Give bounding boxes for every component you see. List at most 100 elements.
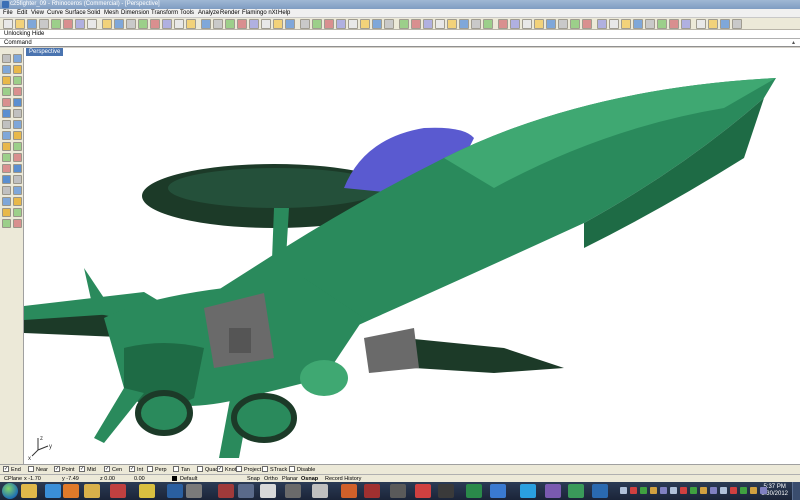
osnap-checkbox[interactable]: ✓ <box>217 465 223 472</box>
app3-taskbar-icon[interactable] <box>285 484 301 498</box>
tray-icon[interactable] <box>740 487 747 494</box>
analyze-icon[interactable] <box>2 208 11 217</box>
mirror-icon[interactable] <box>2 175 11 184</box>
paste-icon[interactable] <box>459 19 469 29</box>
menu-curve[interactable]: Curve <box>47 9 63 18</box>
command-line[interactable]: Command ▴ <box>0 39 800 47</box>
chrome-taskbar-icon[interactable] <box>139 484 155 498</box>
photoshop-taskbar-icon[interactable] <box>167 484 183 498</box>
rectangle-icon[interactable] <box>13 87 22 96</box>
tray-icon[interactable] <box>660 487 667 494</box>
open-file-icon[interactable] <box>732 19 742 29</box>
zoom-window-icon[interactable] <box>534 19 544 29</box>
osnap-knot[interactable]: ✓ Knot <box>217 465 236 474</box>
grid-icon[interactable] <box>645 19 655 29</box>
render-icon[interactable] <box>312 19 322 29</box>
osnap-quad[interactable]: Quad <box>197 465 218 474</box>
light-icon[interactable] <box>336 19 346 29</box>
offset-icon[interactable] <box>13 109 22 118</box>
new-file-icon[interactable] <box>3 19 13 29</box>
osnap-cen[interactable]: ✓ Cen <box>104 465 122 474</box>
perspective-viewport[interactable]: z y x Perspective <box>24 48 800 464</box>
redo-icon[interactable] <box>126 19 136 29</box>
undo-view-icon[interactable] <box>570 19 580 29</box>
paste-icon[interactable] <box>102 19 112 29</box>
join-icon[interactable] <box>2 197 11 206</box>
trim-icon[interactable] <box>2 186 11 195</box>
properties-icon[interactable] <box>261 19 271 29</box>
open-file-icon[interactable] <box>372 19 382 29</box>
app6-taskbar-icon[interactable] <box>390 484 406 498</box>
tray-icon[interactable] <box>760 487 767 494</box>
explorer-taskbar-icon[interactable] <box>21 484 37 498</box>
select-arrow-icon[interactable] <box>2 54 11 63</box>
tray-icon[interactable] <box>690 487 697 494</box>
cut-icon[interactable] <box>435 19 445 29</box>
osnap-int[interactable]: ✓ Int <box>129 465 143 474</box>
dimension-icon[interactable] <box>13 208 22 217</box>
osnap-perp[interactable]: Perp <box>147 465 167 474</box>
surface-icon[interactable] <box>2 120 11 129</box>
app7-taskbar-icon[interactable] <box>415 484 431 498</box>
osnap-checkbox[interactable] <box>289 465 295 472</box>
osnap-checkbox[interactable] <box>197 465 203 472</box>
explode-icon[interactable] <box>13 197 22 206</box>
import-icon[interactable] <box>411 19 421 29</box>
circle-icon[interactable] <box>2 76 11 85</box>
app13-taskbar-icon[interactable] <box>592 484 608 498</box>
image-taskbar-icon[interactable] <box>110 484 126 498</box>
undo-view-icon[interactable] <box>213 19 223 29</box>
viewport-title-tab[interactable]: Perspective <box>26 48 64 56</box>
camera-icon[interactable] <box>237 19 247 29</box>
osnap-icon[interactable] <box>633 19 643 29</box>
menu-transform[interactable]: Transform <box>151 9 178 18</box>
save-icon[interactable] <box>27 19 37 29</box>
export-icon[interactable] <box>63 19 73 29</box>
menu-solid[interactable]: Solid <box>87 9 100 18</box>
zoom-extents-icon[interactable] <box>546 19 556 29</box>
tray-icon[interactable] <box>680 487 687 494</box>
osnap-checkbox[interactable]: ✓ <box>3 465 9 472</box>
copy-tool-icon[interactable] <box>13 153 22 162</box>
osnap-icon[interactable] <box>273 19 283 29</box>
group-icon[interactable] <box>13 219 22 228</box>
zoom-selected-icon[interactable] <box>558 19 568 29</box>
app9-taskbar-icon[interactable] <box>466 484 482 498</box>
new-file-icon[interactable] <box>360 19 370 29</box>
camera-icon[interactable] <box>597 19 607 29</box>
print-icon[interactable] <box>399 19 409 29</box>
zoom-icon[interactable] <box>522 19 532 29</box>
rhino-taskbar-icon[interactable] <box>260 484 276 498</box>
split-icon[interactable] <box>13 186 22 195</box>
show-desktop-button[interactable] <box>792 482 800 500</box>
rotate-icon[interactable] <box>2 164 11 173</box>
menu-surface[interactable]: Surface <box>65 9 86 18</box>
osnap-checkbox[interactable] <box>147 465 153 472</box>
import-icon[interactable] <box>51 19 61 29</box>
render-icon[interactable] <box>669 19 679 29</box>
menu-dimension[interactable]: Dimension <box>121 9 149 18</box>
osnap-checkbox[interactable] <box>28 465 34 472</box>
osnap-mid[interactable]: ✓ Mid <box>79 465 96 474</box>
cut-icon[interactable] <box>75 19 85 29</box>
osnap-project[interactable]: Project <box>236 465 261 474</box>
polygon-icon[interactable] <box>2 98 11 107</box>
osnap-strack[interactable]: STrack <box>262 465 287 474</box>
box-icon[interactable] <box>2 131 11 140</box>
help-icon[interactable] <box>348 19 358 29</box>
point-icon[interactable] <box>13 54 22 63</box>
array-icon[interactable] <box>13 175 22 184</box>
select-icon[interactable] <box>225 19 235 29</box>
app4-taskbar-icon[interactable] <box>312 484 328 498</box>
tray-icon[interactable] <box>750 487 757 494</box>
text-icon[interactable] <box>2 219 11 228</box>
osnap-checkbox[interactable]: ✓ <box>104 465 110 472</box>
osnap-point[interactable]: ✓ Point <box>54 465 75 474</box>
menu-tools[interactable]: Tools <box>180 9 194 18</box>
shade-icon[interactable] <box>657 19 667 29</box>
app10-taskbar-icon[interactable] <box>490 484 506 498</box>
arc-icon[interactable] <box>13 76 22 85</box>
redo-icon[interactable] <box>483 19 493 29</box>
export-icon[interactable] <box>423 19 433 29</box>
skype-taskbar-icon[interactable] <box>520 484 536 498</box>
